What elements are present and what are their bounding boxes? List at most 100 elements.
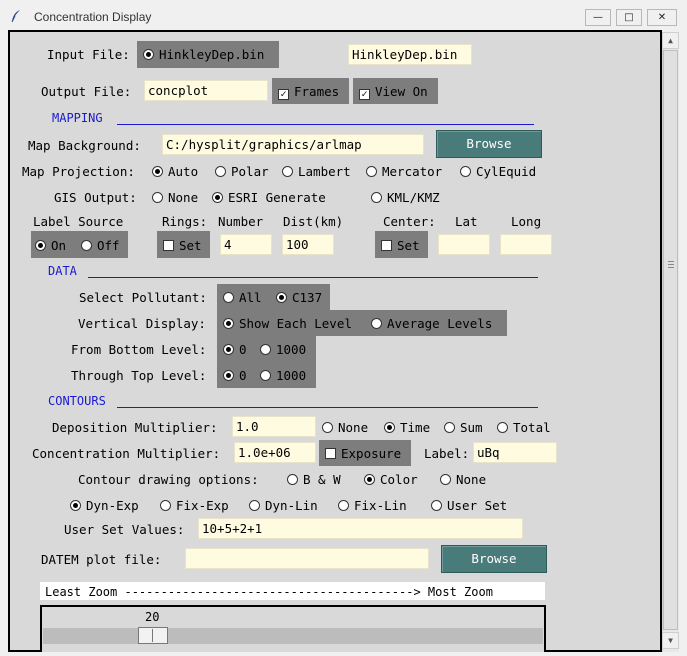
view-on-checkbox[interactable]: ✓ View On (359, 84, 428, 100)
radio-icon (223, 292, 234, 303)
scrollbar-thumb[interactable] (663, 50, 678, 630)
radio-selected-icon (276, 292, 287, 303)
checkbox-icon (381, 240, 392, 251)
input-file-radio[interactable]: HinkleyDep.bin (143, 47, 264, 62)
datem-file-entry[interactable] (185, 548, 429, 569)
units-entry[interactable]: uBq (473, 442, 557, 463)
gis-esri-radio[interactable]: ESRI Generate (212, 190, 326, 205)
radio-icon (160, 500, 171, 511)
zoom-slider-thumb[interactable] (138, 627, 168, 644)
dep-sum-radio[interactable]: Sum (444, 420, 483, 435)
interval-user-set-radio[interactable]: User Set (431, 498, 507, 513)
chevron-up-icon: ▲ (668, 36, 673, 45)
exposure-checkbox[interactable]: Exposure (325, 446, 401, 461)
vertical-average-radio[interactable]: Average Levels (371, 316, 492, 331)
vertical-each-level-radio[interactable]: Show Each Level (223, 316, 352, 331)
radio-selected-icon (212, 192, 223, 203)
dep-total-radio[interactable]: Total (497, 420, 551, 435)
projection-auto-radio[interactable]: Auto (152, 164, 198, 179)
rings-dist-entry[interactable]: 100 (282, 234, 334, 255)
input-file-entry[interactable]: HinkleyDep.bin (348, 44, 472, 65)
deposition-multiplier-label: Deposition Multiplier: (52, 420, 218, 435)
mapping-divider (117, 124, 534, 125)
concentration-multiplier-entry[interactable]: 1.0e+06 (234, 442, 316, 463)
output-file-entry[interactable]: concplot (144, 80, 268, 101)
drawing-bw-radio[interactable]: B & W (287, 472, 341, 487)
bottom-level-0-radio[interactable]: 0 (223, 342, 247, 357)
minimize-icon: — (593, 12, 603, 23)
scroll-down-button[interactable]: ▼ (662, 632, 679, 649)
interval-fix-exp-radio[interactable]: Fix-Exp (160, 498, 229, 513)
contours-section-title: CONTOURS (48, 394, 106, 408)
zoom-value: 20 (145, 610, 160, 624)
center-long-label: Long (511, 214, 542, 229)
radio-icon (287, 474, 298, 485)
zoom-slider-trough[interactable] (43, 628, 543, 644)
map-projection-label: Map Projection: (22, 164, 135, 179)
select-pollutant-label: Select Pollutant: (79, 290, 207, 305)
drawing-color-radio[interactable]: Color (364, 472, 418, 487)
mapping-section-title: MAPPING (52, 111, 103, 125)
interval-dyn-exp-radio[interactable]: Dyn-Exp (70, 498, 139, 513)
output-file-label: Output File: (41, 84, 132, 99)
deposition-multiplier-entry[interactable]: 1.0 (232, 416, 316, 437)
radio-icon (460, 166, 471, 177)
dep-none-radio[interactable]: None (322, 420, 368, 435)
radio-icon (371, 192, 382, 203)
dep-time-radio[interactable]: Time (384, 420, 430, 435)
maximize-button[interactable]: □ (616, 9, 642, 26)
radio-selected-icon (384, 422, 395, 433)
radio-selected-icon (152, 166, 163, 177)
pollutant-all-radio[interactable]: All (223, 290, 262, 305)
gis-none-radio[interactable]: None (152, 190, 198, 205)
projection-mercator-radio[interactable]: Mercator (366, 164, 442, 179)
pollutant-c137-radio[interactable]: C137 (276, 290, 322, 305)
center-lat-label: Lat (455, 214, 478, 229)
projection-polar-radio[interactable]: Polar (215, 164, 269, 179)
label-source-on-radio[interactable]: On (35, 238, 66, 253)
radio-selected-icon (35, 240, 46, 251)
minimize-button[interactable]: — (585, 9, 611, 26)
drawing-none-radio[interactable]: None (440, 472, 486, 487)
center-label: Center: (383, 214, 436, 229)
map-background-entry[interactable]: C:/hysplit/graphics/arlmap (162, 134, 424, 155)
center-set-checkbox[interactable]: Set (381, 238, 420, 253)
radio-selected-icon (223, 344, 234, 355)
radio-selected-icon (70, 500, 81, 511)
top-level-1000-radio[interactable]: 1000 (260, 368, 306, 383)
radio-icon (260, 370, 271, 381)
center-lat-entry[interactable] (438, 234, 490, 255)
datem-browse-button[interactable]: Browse (441, 545, 547, 573)
projection-cylequid-radio[interactable]: CylEquid (460, 164, 536, 179)
label-source-off-radio[interactable]: Off (81, 238, 120, 253)
contour-drawing-label: Contour drawing options: (78, 472, 259, 487)
chevron-down-icon: ▼ (668, 636, 673, 645)
user-set-values-entry[interactable]: 10+5+2+1 (198, 518, 523, 539)
center-long-entry[interactable] (500, 234, 552, 255)
close-button[interactable]: ✕ (647, 9, 677, 26)
radio-icon (497, 422, 508, 433)
interval-fix-lin-radio[interactable]: Fix-Lin (338, 498, 407, 513)
radio-selected-icon (223, 370, 234, 381)
bottom-level-1000-radio[interactable]: 1000 (260, 342, 306, 357)
checkbox-icon (163, 240, 174, 251)
radio-selected-icon (223, 318, 234, 329)
rings-set-checkbox[interactable]: Set (163, 238, 202, 253)
frames-checkbox[interactable]: ✓ Frames (278, 84, 339, 100)
radio-selected-icon (143, 49, 154, 60)
scroll-up-button[interactable]: ▲ (662, 32, 679, 49)
rings-number-entry[interactable]: 4 (220, 234, 272, 255)
datem-file-label: DATEM plot file: (41, 552, 162, 567)
radio-icon (215, 166, 226, 177)
radio-selected-icon (364, 474, 375, 485)
interval-dyn-lin-radio[interactable]: Dyn-Lin (249, 498, 318, 513)
gis-kml-radio[interactable]: KML/KMZ (371, 190, 440, 205)
radio-icon (431, 500, 442, 511)
maximize-icon: □ (624, 12, 634, 23)
map-browse-button[interactable]: Browse (436, 130, 542, 158)
checkmark-icon: ✓ (278, 89, 289, 100)
rings-label: Rings: (162, 214, 208, 229)
projection-lambert-radio[interactable]: Lambert (282, 164, 351, 179)
top-level-0-radio[interactable]: 0 (223, 368, 247, 383)
feather-icon (11, 10, 20, 23)
